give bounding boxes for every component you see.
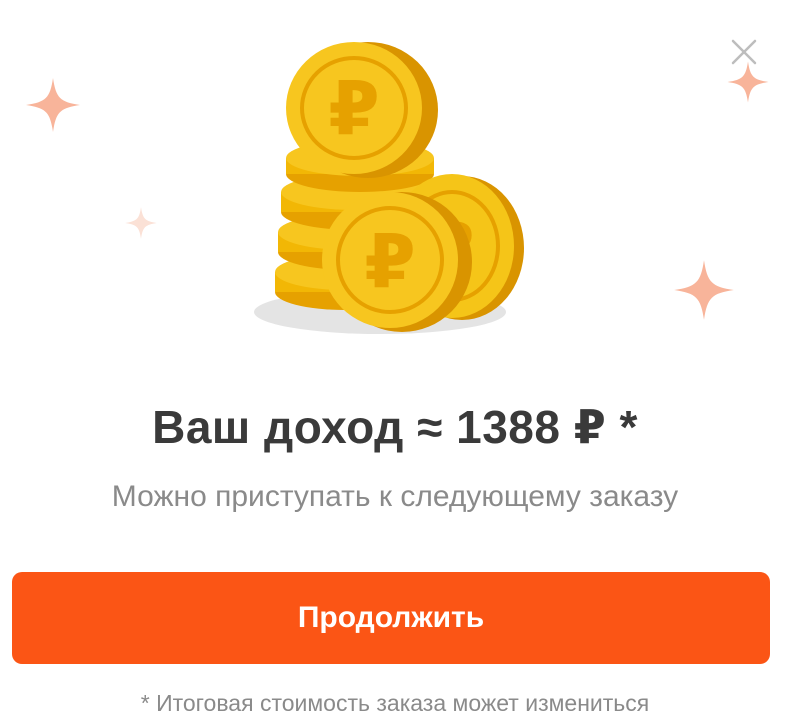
- sparkle-icon: [125, 207, 157, 239]
- continue-button-label: Продолжить: [297, 601, 485, 634]
- sparkle-icon: [26, 78, 80, 132]
- ruble-coins-icon: ₽ ₽ ₽: [254, 42, 524, 334]
- sparkle-icon: [727, 61, 769, 103]
- continue-button[interactable]: Продолжить: [12, 572, 770, 664]
- price-footnote: * Итоговая стоимость заказа может измени…: [140, 690, 650, 716]
- income-title: Ваш доход ≈ 1388 ₽ *: [152, 401, 638, 453]
- sparkle-icon: [674, 260, 734, 320]
- svg-text:₽: ₽: [328, 66, 380, 152]
- income-subtitle: Можно приступать к следующему заказу: [111, 480, 679, 513]
- income-modal: ₽ ₽ ₽ Ваш доход ≈ 1388 ₽ * Можно приступ…: [0, 0, 800, 727]
- svg-text:₽: ₽: [364, 219, 416, 305]
